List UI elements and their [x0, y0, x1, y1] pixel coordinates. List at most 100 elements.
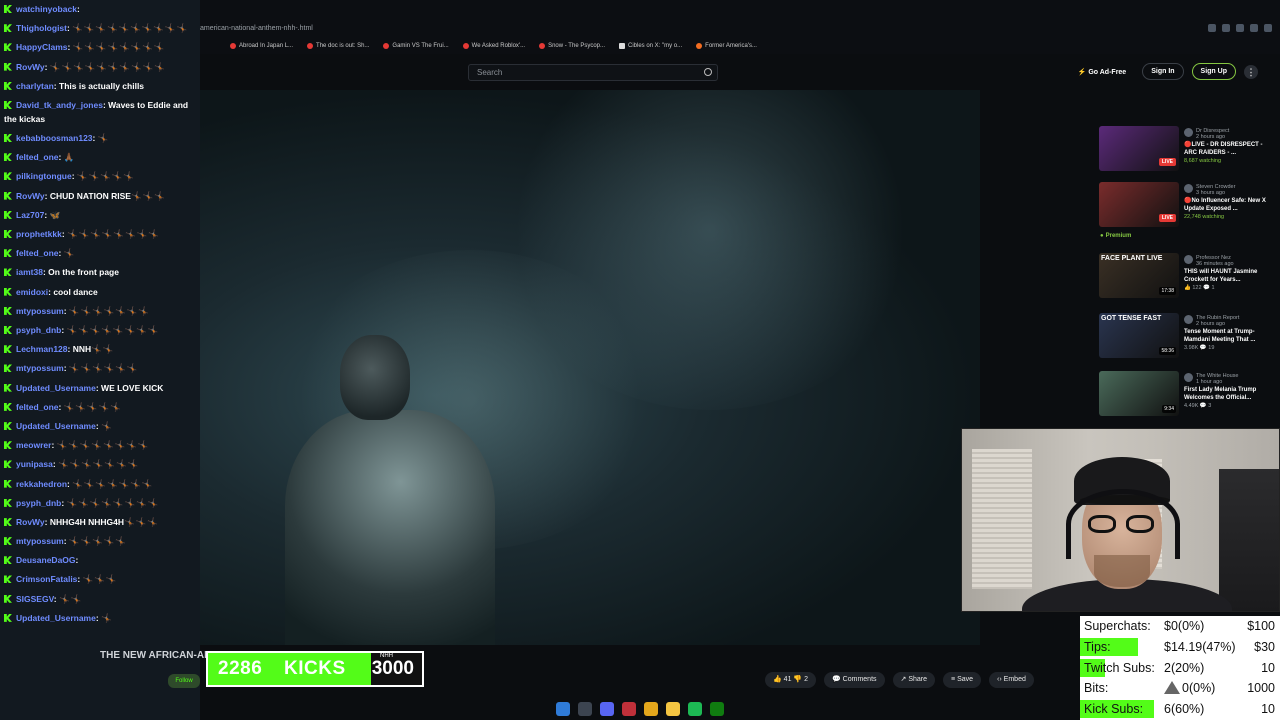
extension-icon[interactable] [1236, 24, 1244, 32]
address-bar[interactable]: american-national-anthem-nhh-.html [200, 20, 1280, 38]
bookmark-item[interactable]: We Asked Roblox'... [462, 43, 525, 49]
embed-button[interactable]: ‹› Embed [989, 672, 1034, 688]
bookmark-item[interactable]: Former America's... [696, 43, 757, 49]
rec-title[interactable]: First Lady Melania Trump Welcomes the Of… [1184, 386, 1269, 402]
chat-username[interactable]: mtypossum [16, 363, 64, 373]
rec-thumbnail[interactable]: FACE PLANT LIVE 17:38 [1099, 253, 1179, 298]
chat-username[interactable]: prophetkkk [16, 229, 62, 239]
share-label: Share [908, 676, 928, 683]
bookmark-item[interactable]: Abroad In Japan L... [230, 43, 293, 49]
chat-message: charlytan: This is actually chills [0, 77, 200, 96]
chat-message: kebabboosman123: 🤸🏿 [0, 129, 200, 148]
live-badge: LIVE [1158, 158, 1176, 166]
chat-emotes: 🤸🏿🤸🏿🤸🏿🤸🏿🤸🏿🤸🏿🤸🏿🤸🏿 [66, 497, 160, 508]
chat-username[interactable]: Laz707 [16, 210, 44, 220]
extension-icon[interactable] [1208, 24, 1216, 32]
kick-badge-icon [4, 81, 12, 90]
stats-label: Twitch Subs: [1084, 660, 1155, 675]
rec-video-card[interactable]: GOT TENSE FAST 58:36 The Rubin Report 2 hou… [1099, 313, 1271, 361]
rec-video-card[interactable]: FACE PLANT LIVE 17:38 Professor Nez 36 minu… [1099, 253, 1271, 301]
chat-emotes: 🤸🏿🤸🏿🤸🏿 [82, 574, 118, 585]
taskbar-icons [556, 702, 724, 716]
rec-thumbnail[interactable]: LIVE [1099, 126, 1179, 171]
chat-username[interactable]: HappyClams [16, 42, 68, 52]
chat-username[interactable]: DeusaneDaOG [16, 555, 76, 565]
windows-start-icon[interactable] [556, 702, 570, 716]
chat-username[interactable]: emidoxi [16, 287, 48, 297]
chat-username[interactable]: watchinyoback [16, 4, 77, 14]
rec-title[interactable]: THIS will HAUNT Jasmine Crockett for Yea… [1184, 268, 1269, 284]
chat-username[interactable]: charlytan [16, 81, 54, 91]
rec-title[interactable]: 🔴LIVE - DR DISRESPECT - ARC RAIDERS - ..… [1184, 141, 1269, 157]
chat-username[interactable]: iamt38 [16, 267, 43, 277]
rec-thumbnail[interactable]: 9:34 [1099, 371, 1179, 416]
chat-username[interactable]: yunipasa [16, 459, 53, 469]
discord-icon[interactable] [600, 702, 614, 716]
search-icon[interactable] [578, 702, 592, 716]
rec-channel[interactable]: Professor Nez [1184, 255, 1269, 264]
chat-username[interactable]: Updated_Username [16, 383, 96, 393]
chat-username[interactable]: kebabboosman123 [16, 133, 93, 143]
chat-username[interactable]: RovWy [16, 191, 45, 201]
chat-username[interactable]: Thighologist [16, 23, 67, 33]
sign-in-button[interactable]: Sign In [1142, 63, 1184, 80]
video-player[interactable] [200, 90, 980, 645]
chat-username[interactable]: rekkahedron [16, 479, 67, 489]
rec-video-card[interactable]: LIVE Dr Disrespect 2 hours ago 🔴LIVE - DR D… [1099, 126, 1271, 174]
bookmark-item[interactable]: Gamin VS The Frui... [383, 43, 449, 49]
more-menu-icon[interactable]: ⋮ [1244, 64, 1258, 79]
share-button[interactable]: ↗ Share [892, 672, 936, 688]
chat-username[interactable]: mtypossum [16, 536, 64, 546]
browser-tab-strip [200, 0, 1280, 20]
rec-thumbnail[interactable]: GOT TENSE FAST 58:36 [1099, 313, 1179, 358]
search-icon[interactable] [704, 68, 712, 76]
rec-channel[interactable]: Steven Crowder [1184, 184, 1269, 193]
chat-username[interactable]: SIGSEGV [16, 594, 54, 604]
rec-video-card[interactable]: 9:34 The White House 1 hour ago First Lady … [1099, 371, 1271, 419]
like-dislike-button[interactable]: 👍 41 👎 2 [765, 672, 816, 688]
chat-username[interactable]: felted_one [16, 152, 59, 162]
premium-label[interactable]: Premium [1100, 233, 1132, 239]
chat-emotes: 🤸🏿🤸🏿🤸🏿🤸🏿🤸🏿🤸🏿🤸🏿 [58, 459, 140, 470]
chat-username[interactable]: David_tk_andy_jones [16, 100, 103, 110]
url-text[interactable]: american-national-anthem-nhh-.html [200, 20, 313, 38]
obs-icon[interactable] [622, 702, 636, 716]
chat-username[interactable]: pilkingtongue [16, 171, 72, 181]
spotify-icon[interactable] [688, 702, 702, 716]
sign-up-button[interactable]: Sign Up [1191, 63, 1236, 80]
chat-username[interactable]: felted_one [16, 402, 59, 412]
bookmark-item[interactable]: Cibles on X: "my o... [619, 43, 682, 49]
chat-username[interactable]: Lechman128 [16, 344, 68, 354]
menu-icon[interactable] [1264, 24, 1272, 32]
youtube-icon [462, 43, 469, 49]
rec-thumbnail[interactable]: LIVE [1099, 182, 1179, 227]
bookmark-item[interactable]: The doc is out: Sh... [307, 43, 369, 49]
chrome-icon[interactable] [644, 702, 658, 716]
rec-channel[interactable]: The White House [1184, 373, 1269, 382]
rec-channel[interactable]: Dr Disrespect [1184, 128, 1269, 137]
chat-username[interactable]: mtypossum [16, 306, 64, 316]
go-ad-free-button[interactable]: Go Ad-Free [1070, 64, 1135, 80]
xbox-icon[interactable] [710, 702, 724, 716]
chat-username[interactable]: CrimsonFatalis [16, 574, 77, 584]
folder-icon[interactable] [666, 702, 680, 716]
chat-username[interactable]: RovWy [16, 62, 45, 72]
follow-button[interactable]: Follow [168, 674, 200, 688]
extension-icon[interactable] [1222, 24, 1230, 32]
download-icon[interactable] [1250, 24, 1258, 32]
chat-username[interactable]: Updated_Username [16, 613, 96, 623]
save-button[interactable]: ≡ Save [943, 672, 982, 688]
chat-username[interactable]: Updated_Username [16, 421, 96, 431]
bookmark-item[interactable]: Snow - The Psycop... [539, 43, 605, 49]
rec-title[interactable]: Tense Moment at Trump-Mamdani Meeting Th… [1184, 328, 1269, 344]
chat-username[interactable]: psyph_dnb [16, 498, 61, 508]
chat-username[interactable]: RovWy [16, 517, 45, 527]
rec-channel[interactable]: The Rubin Report [1184, 315, 1269, 324]
chat-username[interactable]: felted_one [16, 248, 59, 258]
comments-button[interactable]: 💬 Comments [824, 672, 885, 688]
rec-title[interactable]: 🔴No Influencer Safe: New X Update Expose… [1184, 197, 1269, 213]
rec-video-card[interactable]: LIVE Steven Crowder 3 hours ago 🔴No Influen… [1099, 182, 1271, 230]
chat-username[interactable]: meowrer [16, 440, 51, 450]
search-input[interactable]: Search [468, 64, 718, 81]
chat-username[interactable]: psyph_dnb [16, 325, 61, 335]
